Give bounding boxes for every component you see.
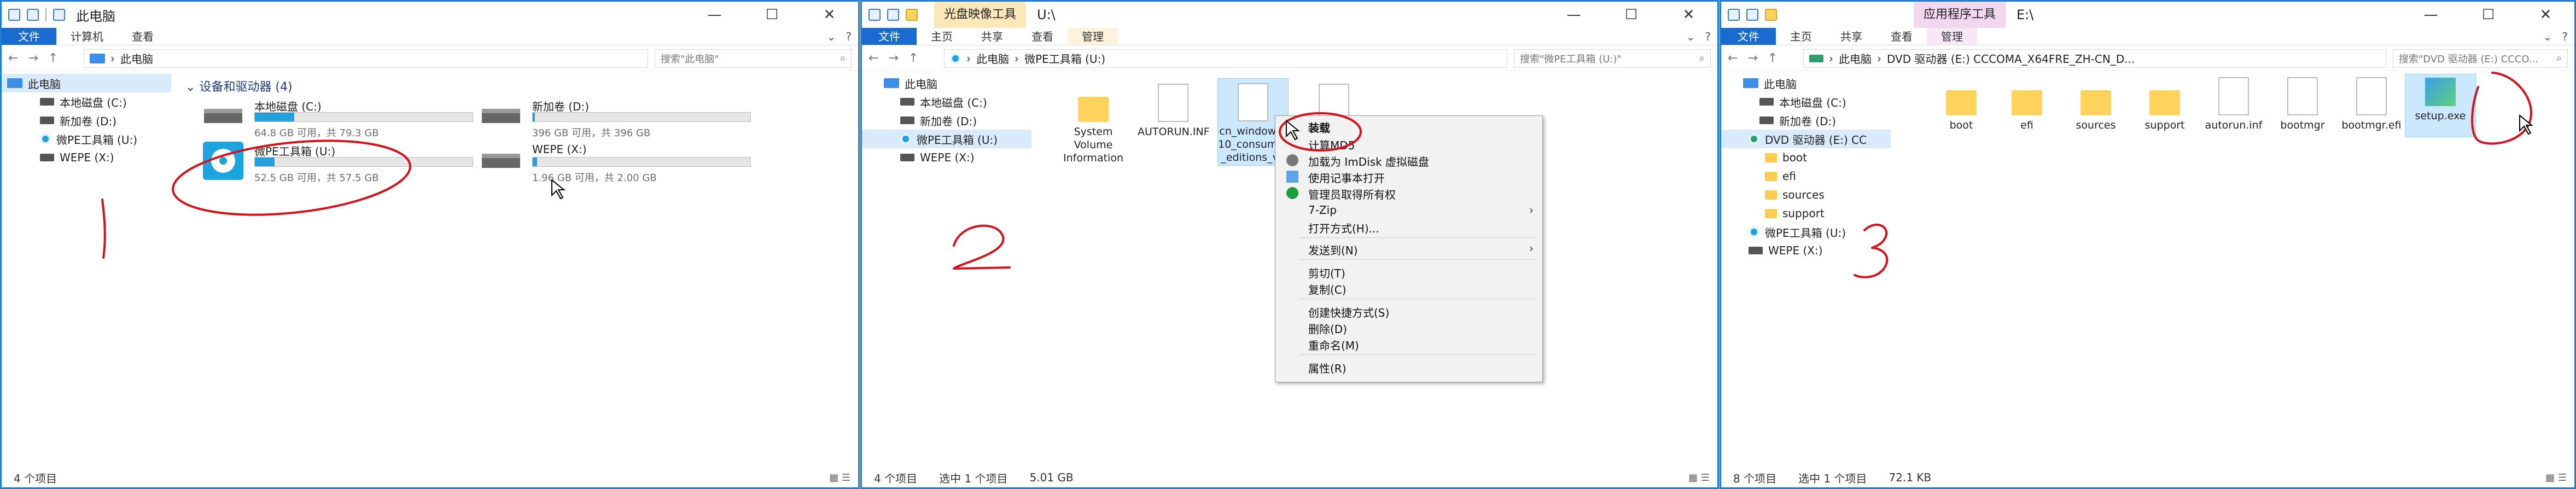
view-toggle-icon[interactable]: ▦ ☰	[829, 472, 850, 484]
explorer-window-2: 光盘映像工具 U:\ — ☐ ✕ 文件 主页 共享 查看 管理 ⌄ ? ← → …	[860, 0, 1719, 489]
item-count: 8 个项目	[1733, 471, 1777, 485]
item-count: 4 个项目	[14, 471, 57, 485]
view-toggle-icon[interactable]: ▦ ☰	[2545, 472, 2567, 484]
selection-count: 选中 1 个项目	[939, 471, 1008, 485]
status-bar: 4 个项目 ▦ ☰	[2, 468, 858, 487]
view-toggle-icon[interactable]: ▦ ☰	[1688, 472, 1710, 484]
cursor-icon	[1286, 119, 1300, 141]
annotation-circle	[2471, 72, 2533, 145]
annotation-circle	[172, 139, 411, 216]
annotation-number-3	[1854, 223, 1889, 278]
selection-count: 选中 1 个项目	[1798, 471, 1867, 485]
selection-size: 5.01 GB	[1029, 471, 1074, 484]
item-count: 4 个项目	[874, 471, 918, 485]
annotation-number-2	[953, 224, 1011, 270]
annotation-layer	[953, 112, 1362, 270]
explorer-window-1: 此电脑 — ☐ ✕ 文件 计算机 查看 ⌄ ? ← → ↑ › 此电脑 搜索"此…	[0, 0, 860, 489]
status-bar: 4 个项目 选中 1 个项目 5.01 GB ▦ ☰	[862, 468, 1717, 487]
status-bar: 8 个项目 选中 1 个项目 72.1 KB ▦ ☰	[1721, 468, 2574, 487]
explorer-window-3: 应用程序工具 E:\ — ☐ ✕ 文件 主页 共享 查看 管理 ⌄ ? ← → …	[1720, 0, 2576, 489]
annotation-stroke	[101, 199, 106, 259]
annotation-layer	[1854, 72, 2533, 278]
selection-size: 72.1 KB	[1889, 471, 1932, 484]
annotation-layer	[101, 139, 566, 259]
cursor-icon	[551, 178, 566, 200]
